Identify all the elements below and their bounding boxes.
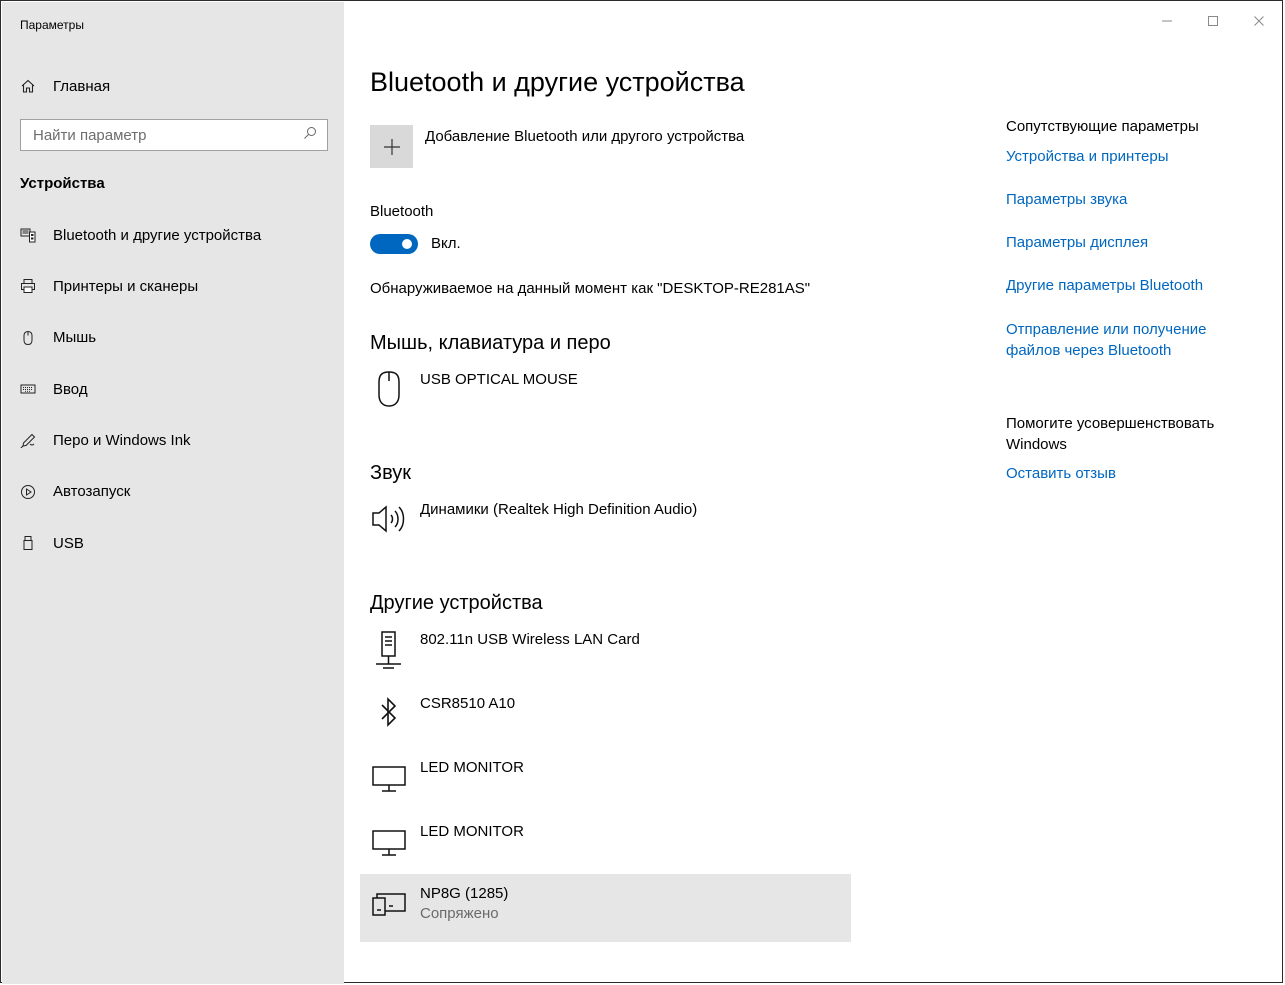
device-item[interactable]: Динамики (Realtek High Definition Audio): [370, 500, 697, 540]
monitor-icon: [370, 758, 408, 798]
add-device-button[interactable]: [370, 125, 413, 168]
device-item-selected[interactable]: NP8G (1285) Сопряжено: [360, 874, 851, 942]
device-name: CSR8510 A10: [420, 695, 516, 712]
monitor-icon: [370, 822, 408, 862]
device-status: Сопряжено: [420, 905, 499, 922]
sidebar-item-label: Мышь: [53, 329, 97, 347]
sidebar: Параметры Главная Устройства Bluetooth и…: [2, 2, 344, 984]
toggle-knob: [402, 239, 412, 249]
device-item[interactable]: LED MONITOR: [370, 758, 524, 798]
discoverable-text: Обнаруживаемое на данный момент как "DES…: [370, 280, 811, 297]
device-name: USB OPTICAL MOUSE: [420, 371, 578, 388]
bluetooth-toggle[interactable]: [370, 234, 418, 254]
sidebar-item-label: Автозапуск: [53, 483, 131, 501]
minimize-icon: [1162, 20, 1172, 22]
sidebar-home-label: Главная: [53, 77, 111, 95]
link-more-bluetooth[interactable]: Другие параметры Bluetooth: [1006, 277, 1203, 294]
group-title-other: Другие устройства: [370, 592, 543, 614]
sidebar-item-label: Ввод: [53, 380, 88, 398]
sidebar-item-label: Принтеры и сканеры: [53, 277, 199, 295]
sidebar-item-home[interactable]: Главная: [20, 75, 110, 97]
keyboard-icon: [20, 378, 44, 400]
link-devices-printers[interactable]: Устройства и принтеры: [1006, 148, 1168, 165]
sidebar-item-input[interactable]: Ввод: [20, 378, 261, 400]
group-title-input: Мышь, клавиатура и перо: [370, 332, 611, 354]
close-button[interactable]: [1236, 1, 1282, 41]
sidebar-item-usb[interactable]: USB: [20, 532, 261, 554]
link-give-feedback[interactable]: Оставить отзыв: [1006, 465, 1116, 482]
plus-icon: [383, 138, 400, 155]
sidebar-item-label: Перо и Windows Ink: [53, 432, 191, 450]
group-title-audio: Звук: [370, 462, 412, 484]
bluetooth-devices-icon: [20, 224, 44, 246]
device-item[interactable]: USB OPTICAL MOUSE: [370, 370, 578, 410]
link-send-receive-files[interactable]: Отправление или получение файлов через B…: [1006, 319, 1246, 361]
window-controls: [1144, 1, 1282, 41]
sidebar-nav: Bluetooth и другие устройства Принтеры и…: [20, 224, 261, 584]
search-icon[interactable]: [303, 126, 317, 145]
device-name: Динамики (Realtek High Definition Audio): [420, 501, 698, 518]
link-display-settings[interactable]: Параметры дисплея: [1006, 234, 1148, 251]
sidebar-item-bluetooth[interactable]: Bluetooth и другие устройства: [20, 224, 261, 246]
feedback-title: Помогите усовершенствовать Windows: [1006, 415, 1215, 453]
bluetooth-label: Bluetooth: [370, 203, 434, 220]
speaker-icon: [370, 500, 408, 540]
autoplay-icon: [20, 481, 44, 503]
sidebar-item-label: USB: [53, 534, 84, 552]
sidebar-item-mouse[interactable]: Мышь: [20, 327, 261, 349]
device-name: LED MONITOR: [420, 823, 524, 840]
pen-icon: [20, 430, 44, 452]
search-input[interactable]: [33, 126, 303, 144]
mouse-icon: [20, 327, 44, 349]
related-settings: Сопутствующие параметры: [1006, 118, 1199, 135]
settings-window: Параметры Главная Устройства Bluetooth и…: [0, 0, 1283, 984]
device-item[interactable]: LED MONITOR: [370, 822, 524, 862]
window-title: Параметры: [20, 18, 84, 32]
search-box[interactable]: [20, 119, 328, 151]
device-name: 802.11n USB Wireless LAN Card: [420, 631, 640, 648]
usb-icon: [20, 532, 44, 554]
link-sound-settings[interactable]: Параметры звука: [1006, 191, 1127, 208]
sidebar-item-autoplay[interactable]: Автозапуск: [20, 481, 261, 503]
maximize-icon: [1208, 16, 1218, 26]
sidebar-item-printers[interactable]: Принтеры и сканеры: [20, 275, 261, 297]
section-label-devices: Устройства: [20, 175, 105, 192]
device-name: LED MONITOR: [420, 759, 524, 776]
bluetooth-state: Вкл.: [431, 235, 461, 252]
home-icon: [20, 75, 44, 97]
device-item[interactable]: CSR8510 A10: [370, 694, 515, 734]
add-device-label[interactable]: Добавление Bluetooth или другого устройс…: [425, 128, 744, 145]
printer-icon: [20, 275, 44, 297]
network-adapter-icon: [370, 630, 408, 670]
sidebar-item-pen[interactable]: Перо и Windows Ink: [20, 430, 261, 452]
device-icon: [370, 884, 408, 924]
related-settings-title: Сопутствующие параметры: [1006, 118, 1199, 135]
bluetooth-icon: [370, 694, 408, 734]
device-item[interactable]: 802.11n USB Wireless LAN Card: [370, 630, 640, 670]
close-icon: [1254, 16, 1264, 26]
mouse-icon: [370, 370, 408, 410]
minimize-button[interactable]: [1144, 1, 1190, 41]
sidebar-item-label: Bluetooth и другие устройства: [53, 226, 262, 244]
page-title: Bluetooth и другие устройства: [370, 67, 745, 97]
device-name: NP8G (1285): [420, 885, 509, 902]
maximize-button[interactable]: [1190, 1, 1236, 41]
